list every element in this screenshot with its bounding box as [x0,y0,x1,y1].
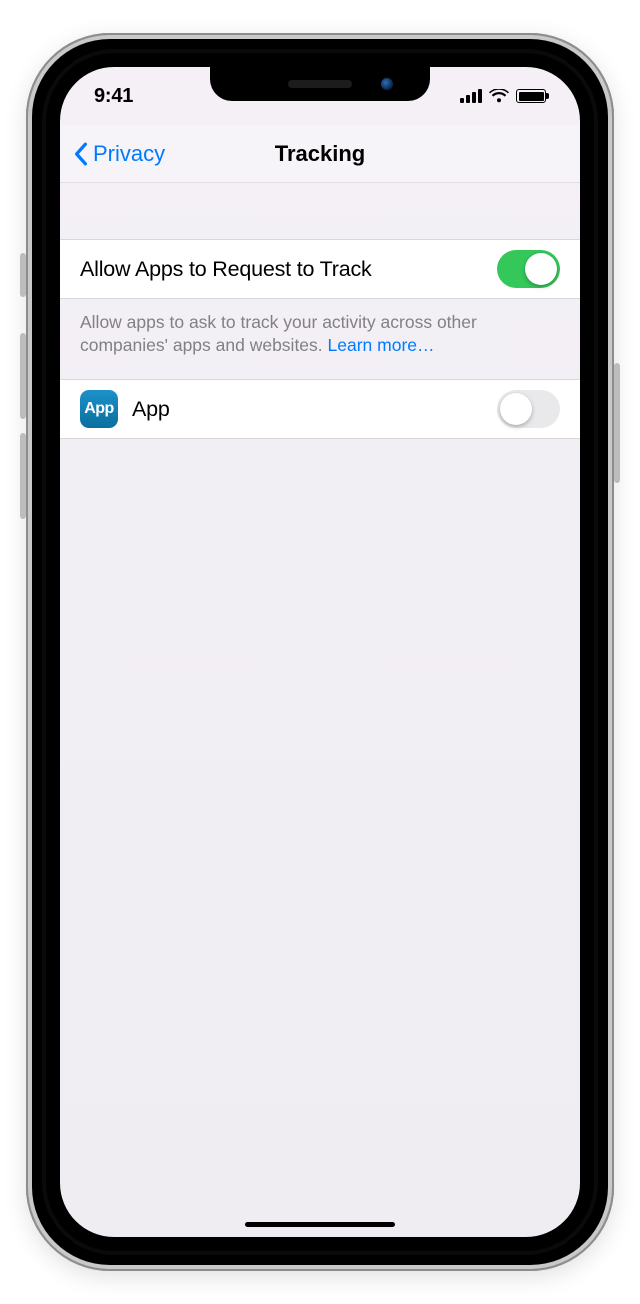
screen: 9:41 [60,67,580,1237]
wifi-icon [489,89,509,103]
app-icon: App [80,390,118,428]
home-indicator[interactable] [245,1222,395,1227]
phone-frame: 9:41 [26,33,614,1271]
allow-request-label: Allow Apps to Request to Track [80,257,483,282]
front-camera [380,77,394,91]
speaker-grille [288,80,352,88]
status-time: 9:41 [94,85,133,108]
cellular-icon [460,89,482,103]
nav-bar: Privacy Tracking [60,125,580,183]
allow-request-row: Allow Apps to Request to Track [60,239,580,299]
back-button[interactable]: Privacy [60,141,165,167]
learn-more-link[interactable]: Learn more… [328,335,435,355]
mute-switch [20,253,26,297]
page-title: Tracking [275,141,365,167]
side-button [614,363,620,483]
chevron-left-icon [74,142,88,166]
allow-request-toggle[interactable] [497,250,560,288]
content: Allow Apps to Request to Track Allow app… [60,183,580,1237]
app-name: App [132,397,483,422]
volume-up-button [20,333,26,419]
allow-request-footer: Allow apps to ask to track your activity… [60,299,580,379]
back-label: Privacy [93,141,165,167]
battery-icon [516,89,546,103]
app-tracking-toggle[interactable] [497,390,560,428]
volume-down-button [20,433,26,519]
notch [210,67,430,101]
status-icons [460,89,546,103]
app-row: App App [60,379,580,439]
